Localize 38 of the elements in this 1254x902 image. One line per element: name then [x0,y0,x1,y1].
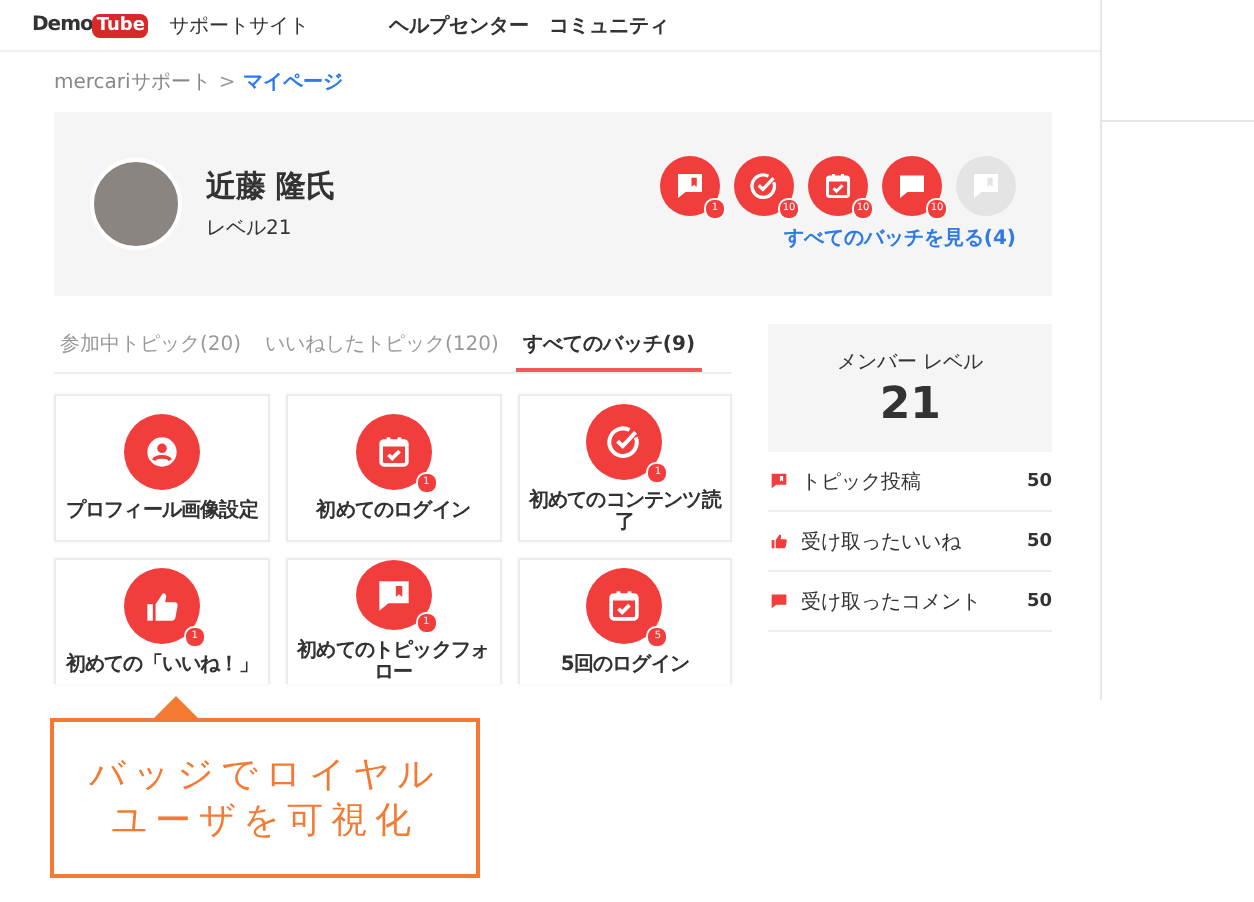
site-label: サポートサイト [168,13,309,39]
badge-label: 初めてのコンテンツ読了 [526,489,724,533]
tab[interactable]: すべてのバッチ(9) [516,324,702,372]
logo-badge: Tube [92,13,149,37]
bookmark-bubble-icon [968,168,1004,204]
nav-link[interactable]: コミュニティ [548,11,669,39]
stat-value: 50 [1026,591,1052,611]
user-level: レベル21 [206,215,294,241]
bookmark-bubble-icon [768,470,791,492]
all-badges-link[interactable]: すべてのバッチを見る(4) [783,224,1016,252]
breadcrumb-link[interactable]: mercariサポート [54,68,211,96]
badge-label: 初めてのトピックフォロー [294,640,492,684]
bookmark-bubble-icon [672,168,708,204]
badge-medal[interactable] [956,156,1016,216]
tab[interactable]: いいねしたトピック(120) [259,324,505,372]
speech-bubble-icon [768,590,791,612]
badge-label: 5回のログイン [560,654,689,676]
breadcrumb-link[interactable]: マイページ [243,68,344,96]
badge-label: 初めての「いいね！」 [65,654,258,676]
badge-label: プロフィール画像設定 [65,500,258,522]
tab[interactable]: 参加中トピック(20) [54,324,248,372]
check-circle-icon [746,168,782,204]
stat-label: 受け取ったコメント [800,589,981,615]
stat-label: 受け取ったいいね [800,529,961,555]
member-level-value: 21 [879,379,941,429]
calendar-check-icon [820,168,856,204]
callout-text: ユーザを可視化 [111,798,419,845]
breadcrumb-separator: > [218,71,236,93]
nav-link[interactable]: ヘルプセンター [388,11,529,39]
stat-value: 50 [1026,531,1052,551]
thumbs-up-icon [768,530,791,552]
stat-label: トピック投稿 [800,469,921,495]
callout-text: バッジでロイヤル [89,751,441,798]
member-level-label: メンバー レベル [837,349,984,375]
badge-label: 初めてのログイン [316,500,471,522]
stat-value: 50 [1026,471,1052,491]
user-name: 近藤 隆氏 [206,167,337,205]
avatar-photo-placeholder [90,158,182,250]
